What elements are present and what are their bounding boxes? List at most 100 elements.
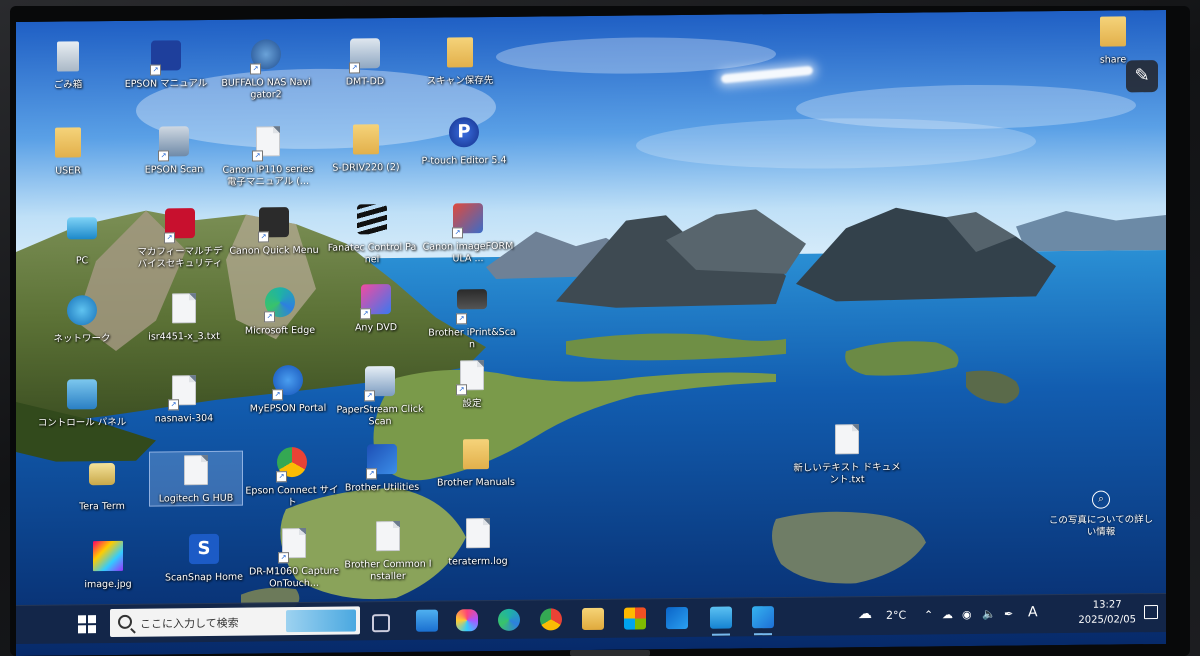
desktop-icon-label: BUFFALO NAS Navigator2	[221, 76, 311, 101]
desktop-icon-fanatec[interactable]: Fanatec Control Panel	[326, 202, 418, 267]
buffalo-nas-icon: ↗	[248, 39, 284, 75]
search-highlight-art	[286, 609, 356, 633]
desktop-icon-control-panel[interactable]: コントロール パネル	[36, 377, 128, 430]
desktop-icon-label: ごみ箱	[53, 79, 83, 91]
edge-icon: ↗	[262, 287, 298, 323]
start-button[interactable]	[78, 615, 96, 634]
desktop-icon-buffalo-nas[interactable]: ↗ BUFFALO NAS Navigator2	[220, 37, 312, 102]
copilot-icon[interactable]	[456, 609, 478, 632]
monitor-photo: ごみ箱 ↗ EPSON マニュアル ↗ BUFFALO NAS Navigato…	[0, 0, 1200, 656]
desktop-icon-pc[interactable]: PC	[36, 211, 128, 268]
desktop-icon-label: コントロール パネル	[37, 416, 127, 429]
desktop-icon-mcafee[interactable]: ↗ マカフィーマルチデバイスセキュリティ	[134, 206, 226, 271]
text-file-icon	[166, 293, 202, 327]
desktop-icon-brother-utilities[interactable]: ↗ Brother Utilities	[336, 442, 428, 495]
store-icon[interactable]	[624, 607, 646, 630]
desktop-icon-label: Canon Quick Menu	[229, 244, 319, 257]
search-icon	[118, 614, 132, 629]
ime-indicator[interactable]: A	[1028, 604, 1038, 620]
brother-utilities-icon: ↗	[364, 444, 400, 480]
myepson-icon: ↗	[270, 364, 306, 401]
desktop-icon-label: Any DVD	[354, 322, 398, 334]
system-tray: ☁ 2°C ⌃ ☁ ◉ 🔈 ✒ A 13:27 2025/02/05	[846, 594, 1166, 635]
photo-info-widget[interactable]: ⌕ この写真についての詳しい情報	[1046, 490, 1156, 539]
dmt-dd-icon: ↗	[347, 38, 383, 74]
chrome-icon: ↗	[274, 446, 310, 483]
onedrive-icon[interactable]: ☁	[942, 608, 953, 621]
paperstream-icon: ↗	[362, 366, 398, 402]
network-status-icon[interactable]: ◉	[962, 608, 972, 621]
photos-icon[interactable]	[752, 606, 774, 629]
desktop-icon-label: DR-M1060 CaptureOnTouch...	[248, 565, 340, 590]
pen-workspace-button[interactable]: ✎	[1126, 60, 1158, 93]
taskbar-search-box[interactable]: ここに入力して検索	[110, 606, 360, 638]
desktop-icon-canon-quick-menu[interactable]: ↗ Canon Quick Menu	[228, 205, 320, 258]
mail-icon[interactable]	[416, 609, 438, 632]
share-folder-icon	[1095, 16, 1131, 50]
desktop-icon-nasnavi[interactable]: ↗ nasnavi-304	[138, 372, 230, 426]
desktop-icon-label: PC	[75, 255, 89, 267]
desktop-icon-canon-manual[interactable]: ↗ Canon iP110 series 電子マニュアル (...	[222, 123, 314, 189]
remote-desktop-icon[interactable]	[710, 606, 732, 629]
desktop-icon-label: PaperStream ClickScan	[336, 403, 424, 428]
desktop-icon-share[interactable]: share	[1078, 14, 1148, 67]
desktop-icon-epson-manual[interactable]: ↗ EPSON マニュアル	[120, 38, 212, 91]
teraterm-icon	[84, 462, 120, 497]
weather-temperature[interactable]: 2°C	[886, 609, 906, 622]
desktop-icon-ptouch[interactable]: P P-touch Editor 5.4	[418, 115, 510, 168]
desktop-icon-anydvd[interactable]: ↗ Any DVD	[330, 282, 422, 335]
outlook-icon[interactable]	[666, 606, 688, 630]
desktop-icon-network[interactable]: ネットワーク	[36, 293, 128, 346]
desktop-icon-scan-folder[interactable]: スキャン保存先	[414, 35, 506, 88]
folder-icon	[458, 439, 494, 473]
desktop-icon-label: DMT-DD	[345, 76, 385, 88]
desktop-icon-epson-scan[interactable]: ↗ EPSON Scan	[128, 124, 220, 177]
desktop-icon-myepson[interactable]: ↗ MyEPSON Portal	[242, 363, 334, 416]
text-file-icon	[370, 520, 406, 555]
recycle-bin-icon	[50, 41, 86, 75]
desktop-icon-paperstream[interactable]: ↗ PaperStream ClickScan	[334, 364, 426, 429]
desktop-icon-isr4451[interactable]: isr4451-x_3.txt	[138, 290, 230, 344]
pc-icon	[64, 217, 100, 251]
chrome-icon[interactable]	[540, 608, 562, 631]
desktop-icon-settings[interactable]: ↗ 設定	[426, 357, 518, 411]
desktop-icon-epson-connect[interactable]: ↗ Epson Connect サイト	[242, 445, 342, 510]
desktop-icon-label: S-DRIV220 (2)	[332, 161, 400, 174]
desktop-icon-edge[interactable]: ↗ Microsoft Edge	[234, 285, 326, 338]
desktop-icon-label: ネットワーク	[53, 333, 111, 345]
pen-icon: ✎	[1134, 65, 1150, 87]
desktop-icon-brother-common-installer[interactable]: Brother Common Installer	[342, 518, 434, 584]
desktop-icon-label: Fanatec Control Panel	[327, 241, 417, 266]
desktop-icon-image-jpg[interactable]: image.jpg	[62, 539, 154, 592]
desktop-icon-label: Tera Term	[79, 500, 125, 513]
desktop-icon-brother-manuals[interactable]: Brother Manuals	[430, 437, 522, 490]
desktop-icon-label: nasnavi-304	[154, 412, 214, 425]
text-file-icon	[460, 518, 496, 552]
desktop-icon-sdriv[interactable]: S-DRIV220 (2)	[320, 122, 412, 175]
task-view-icon[interactable]	[372, 614, 390, 633]
desktop-icon-recycle-bin[interactable]: ごみ箱	[22, 39, 114, 92]
desktop-icon-label: Epson Connect サイト	[245, 484, 339, 509]
clock-time: 13:27	[1092, 599, 1122, 611]
anydvd-icon: ↗	[358, 284, 394, 320]
edge-icon[interactable]	[498, 608, 520, 631]
desktop-icon-tera-term[interactable]: Tera Term	[56, 457, 148, 514]
chevron-up-icon[interactable]: ⌃	[924, 608, 933, 621]
clock[interactable]: 13:27 2025/02/05	[1078, 597, 1136, 628]
desktop-icon-scansnap[interactable]: S ScanSnap Home	[158, 532, 250, 585]
pen-tray-icon[interactable]: ✒	[1004, 608, 1013, 621]
file-explorer-icon[interactable]	[582, 607, 604, 631]
desktop-icon-logitech-ghub[interactable]: Logitech G HUB	[149, 450, 243, 507]
desktop-icon-teraterm-log[interactable]: teraterm.log	[432, 515, 524, 569]
desktop-icon-user[interactable]: USER	[22, 125, 114, 178]
desktop-icon-brother-iprint[interactable]: ↗ Brother iPrint&Scan	[426, 281, 518, 352]
desktop-icon-new-text-document[interactable]: 新しいテキスト ドキュメント.txt	[792, 421, 902, 487]
notification-icon[interactable]	[1144, 605, 1158, 620]
desktop-icon-label: Canon iP110 series 電子マニュアル (...	[222, 163, 314, 188]
desktop-icon-canon-imageformula[interactable]: ↗ Canon imageFORMULA ...	[422, 201, 514, 266]
weather-icon[interactable]: ☁	[858, 606, 872, 622]
desktop-icon-dmt-dd[interactable]: ↗ DMT-DD	[319, 36, 411, 89]
desktop-icon-dr-m1060[interactable]: ↗ DR-M1060 CaptureOnTouch...	[248, 525, 340, 591]
volume-icon[interactable]: 🔈	[982, 608, 996, 621]
ptouch-icon: P	[446, 117, 482, 151]
